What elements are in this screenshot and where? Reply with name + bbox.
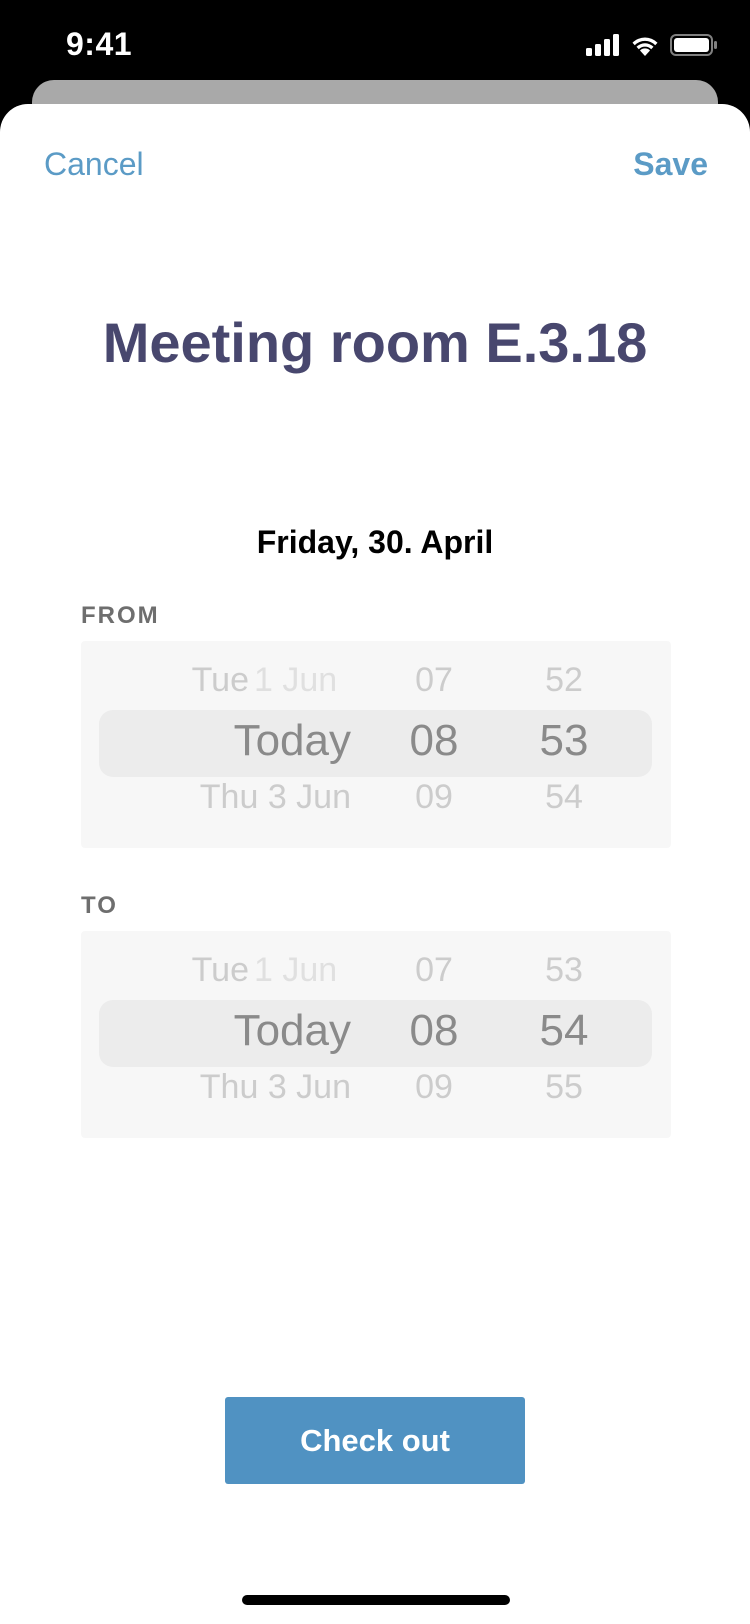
from-datetime-picker[interactable]: Tue 1 Jun 07 52 Today 08 53 Thu 3 Jun 09… <box>81 641 671 848</box>
battery-icon <box>670 34 717 56</box>
page-title: Meeting room E.3.18 <box>102 311 648 374</box>
status-icons <box>586 34 718 56</box>
wifi-icon <box>632 37 658 56</box>
cancel-button[interactable]: Cancel <box>44 146 144 183</box>
picker-hour: 09 <box>415 1068 453 1106</box>
picker-row-next[interactable]: Thu 3 Jun 09 55 <box>81 1068 671 1118</box>
picker-day: Today <box>233 1006 351 1055</box>
save-button[interactable]: Save <box>633 146 708 183</box>
to-datetime-picker[interactable]: Tue 1 Jun 07 53 Today 08 54 Thu 3 Jun 09… <box>81 931 671 1138</box>
picker-day: Thu 3 Jun <box>199 778 351 816</box>
picker-day-date: 1 Jun <box>254 951 338 989</box>
check-out-button[interactable]: Check out <box>225 1397 525 1484</box>
picker-hour: 07 <box>415 661 453 699</box>
picker-day-name: Tue <box>191 661 249 699</box>
picker-day-date: 1 Jun <box>254 661 338 699</box>
picker-minute: 53 <box>545 951 583 989</box>
picker-minute: 53 <box>539 716 589 765</box>
from-label: FROM <box>81 602 160 629</box>
picker-row-next[interactable]: Thu 3 Jun 09 54 <box>81 778 671 828</box>
picker-minute: 54 <box>539 1006 589 1055</box>
picker-day-name: Tue <box>191 951 249 989</box>
picker-row-previous[interactable]: Tue 1 Jun 07 52 <box>81 661 671 711</box>
booking-sheet: Cancel Save Meeting room E.3.18 Friday, … <box>0 104 750 1624</box>
picker-row-selected[interactable]: Today 08 53 <box>81 716 671 766</box>
picker-day: Thu 3 Jun <box>199 1068 351 1106</box>
picker-row-previous[interactable]: Tue 1 Jun 07 53 <box>81 951 671 1001</box>
picker-hour: 08 <box>409 1006 459 1055</box>
picker-day: Today <box>233 716 351 765</box>
picker-hour: 07 <box>415 951 453 989</box>
picker-minute: 52 <box>545 661 583 699</box>
picker-hour: 09 <box>415 778 453 816</box>
to-label: TO <box>81 892 118 919</box>
cellular-signal-icon <box>586 34 619 56</box>
booking-date: Friday, 30. April <box>256 524 494 560</box>
picker-minute: 55 <box>545 1068 583 1106</box>
picker-hour: 08 <box>409 716 459 765</box>
status-time: 9:41 <box>66 26 133 62</box>
home-indicator <box>242 1595 510 1605</box>
picker-minute: 54 <box>545 778 583 816</box>
picker-row-selected[interactable]: Today 08 54 <box>81 1006 671 1056</box>
